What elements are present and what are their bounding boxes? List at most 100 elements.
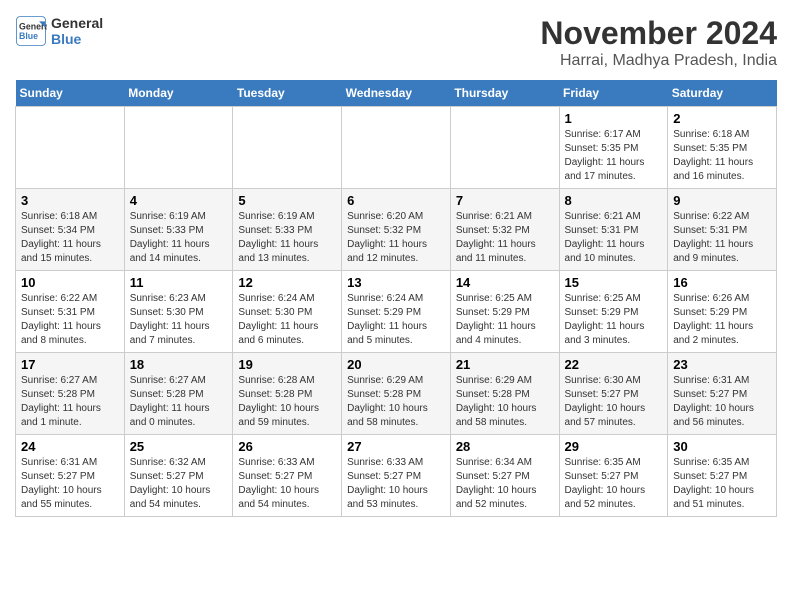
day-info: Sunrise: 6:19 AM Sunset: 5:33 PM Dayligh… — [238, 210, 336, 266]
day-info: Sunrise: 6:29 AM Sunset: 5:28 PM Dayligh… — [347, 374, 445, 430]
calendar-cell: 11 Sunrise: 6:23 AM Sunset: 5:30 PM Dayli… — [124, 271, 233, 353]
day-info: Sunrise: 6:18 AM Sunset: 5:34 PM Dayligh… — [21, 210, 119, 266]
calendar-cell: 26 Sunrise: 6:33 AM Sunset: 5:27 PM Dayli… — [233, 435, 342, 517]
calendar-cell: 5 Sunrise: 6:19 AM Sunset: 5:33 PM Daylig… — [233, 189, 342, 271]
day-number: 13 — [347, 275, 445, 290]
logo-text-general: General — [51, 15, 103, 31]
calendar-cell: 18 Sunrise: 6:27 AM Sunset: 5:28 PM Dayli… — [124, 353, 233, 435]
calendar-cell: 19 Sunrise: 6:28 AM Sunset: 5:28 PM Dayli… — [233, 353, 342, 435]
day-number: 30 — [673, 439, 771, 454]
calendar-cell: 9 Sunrise: 6:22 AM Sunset: 5:31 PM Daylig… — [668, 189, 777, 271]
day-number: 25 — [130, 439, 228, 454]
day-info: Sunrise: 6:26 AM Sunset: 5:29 PM Dayligh… — [673, 292, 771, 348]
calendar-cell: 22Sunrise: 6:30 AM Sunset: 5:27 PM Dayli… — [559, 353, 668, 435]
calendar-cell: 30 Sunrise: 6:35 AM Sunset: 5:27 PM Dayli… — [668, 435, 777, 517]
day-info: Sunrise: 6:28 AM Sunset: 5:28 PM Dayligh… — [238, 374, 336, 430]
calendar-table: SundayMondayTuesdayWednesdayThursdayFrid… — [15, 80, 777, 517]
day-number: 12 — [238, 275, 336, 290]
calendar-cell: 23 Sunrise: 6:31 AM Sunset: 5:27 PM Dayli… — [668, 353, 777, 435]
day-info: Sunrise: 6:24 AM Sunset: 5:29 PM Dayligh… — [347, 292, 445, 348]
day-number: 3 — [21, 193, 119, 208]
calendar-cell: 4 Sunrise: 6:19 AM Sunset: 5:33 PM Daylig… — [124, 189, 233, 271]
day-info: Sunrise: 6:24 AM Sunset: 5:30 PM Dayligh… — [238, 292, 336, 348]
calendar-cell: 7Sunrise: 6:21 AM Sunset: 5:32 PM Daylig… — [450, 189, 559, 271]
calendar-cell: 24Sunrise: 6:31 AM Sunset: 5:27 PM Dayli… — [16, 435, 125, 517]
day-info: Sunrise: 6:27 AM Sunset: 5:28 PM Dayligh… — [130, 374, 228, 430]
logo-icon: General Blue — [15, 15, 47, 47]
calendar-cell: 16 Sunrise: 6:26 AM Sunset: 5:29 PM Dayli… — [668, 271, 777, 353]
calendar-cell: 8 Sunrise: 6:21 AM Sunset: 5:31 PM Daylig… — [559, 189, 668, 271]
calendar-week-row: 24Sunrise: 6:31 AM Sunset: 5:27 PM Dayli… — [16, 435, 777, 517]
day-number: 29 — [565, 439, 663, 454]
weekday-header-saturday: Saturday — [668, 80, 777, 107]
day-number: 14 — [456, 275, 554, 290]
day-info: Sunrise: 6:17 AM Sunset: 5:35 PM Dayligh… — [565, 128, 663, 184]
day-info: Sunrise: 6:19 AM Sunset: 5:33 PM Dayligh… — [130, 210, 228, 266]
calendar-cell — [450, 107, 559, 189]
day-info: Sunrise: 6:23 AM Sunset: 5:30 PM Dayligh… — [130, 292, 228, 348]
day-number: 18 — [130, 357, 228, 372]
weekday-header-wednesday: Wednesday — [342, 80, 451, 107]
calendar-cell: 20Sunrise: 6:29 AM Sunset: 5:28 PM Dayli… — [342, 353, 451, 435]
day-number: 23 — [673, 357, 771, 372]
logo: General Blue General Blue — [15, 15, 103, 47]
day-number: 15 — [565, 275, 663, 290]
day-info: Sunrise: 6:25 AM Sunset: 5:29 PM Dayligh… — [456, 292, 554, 348]
day-number: 26 — [238, 439, 336, 454]
calendar-week-row: 10Sunrise: 6:22 AM Sunset: 5:31 PM Dayli… — [16, 271, 777, 353]
day-info: Sunrise: 6:20 AM Sunset: 5:32 PM Dayligh… — [347, 210, 445, 266]
weekday-header-monday: Monday — [124, 80, 233, 107]
logo-text-blue: Blue — [51, 31, 103, 47]
day-info: Sunrise: 6:22 AM Sunset: 5:31 PM Dayligh… — [673, 210, 771, 266]
day-number: 22 — [565, 357, 663, 372]
location-title: Harrai, Madhya Pradesh, India — [540, 52, 777, 70]
calendar-cell — [233, 107, 342, 189]
calendar-cell: 10Sunrise: 6:22 AM Sunset: 5:31 PM Dayli… — [16, 271, 125, 353]
day-number: 11 — [130, 275, 228, 290]
calendar-cell: 28Sunrise: 6:34 AM Sunset: 5:27 PM Dayli… — [450, 435, 559, 517]
day-number: 1 — [565, 111, 663, 126]
day-number: 8 — [565, 193, 663, 208]
calendar-cell: 15Sunrise: 6:25 AM Sunset: 5:29 PM Dayli… — [559, 271, 668, 353]
day-info: Sunrise: 6:35 AM Sunset: 5:27 PM Dayligh… — [673, 456, 771, 512]
day-info: Sunrise: 6:27 AM Sunset: 5:28 PM Dayligh… — [21, 374, 119, 430]
calendar-week-row: 1 Sunrise: 6:17 AM Sunset: 5:35 PM Daylig… — [16, 107, 777, 189]
day-number: 9 — [673, 193, 771, 208]
day-info: Sunrise: 6:33 AM Sunset: 5:27 PM Dayligh… — [238, 456, 336, 512]
calendar-cell: 17Sunrise: 6:27 AM Sunset: 5:28 PM Dayli… — [16, 353, 125, 435]
day-number: 6 — [347, 193, 445, 208]
day-info: Sunrise: 6:29 AM Sunset: 5:28 PM Dayligh… — [456, 374, 554, 430]
day-info: Sunrise: 6:22 AM Sunset: 5:31 PM Dayligh… — [21, 292, 119, 348]
month-title: November 2024 — [540, 15, 777, 52]
day-info: Sunrise: 6:32 AM Sunset: 5:27 PM Dayligh… — [130, 456, 228, 512]
day-info: Sunrise: 6:31 AM Sunset: 5:27 PM Dayligh… — [21, 456, 119, 512]
calendar-cell: 1 Sunrise: 6:17 AM Sunset: 5:35 PM Daylig… — [559, 107, 668, 189]
page-header: General Blue General Blue November 2024 … — [15, 15, 777, 70]
day-number: 16 — [673, 275, 771, 290]
weekday-header-thursday: Thursday — [450, 80, 559, 107]
weekday-header-row: SundayMondayTuesdayWednesdayThursdayFrid… — [16, 80, 777, 107]
day-info: Sunrise: 6:34 AM Sunset: 5:27 PM Dayligh… — [456, 456, 554, 512]
day-info: Sunrise: 6:33 AM Sunset: 5:27 PM Dayligh… — [347, 456, 445, 512]
calendar-cell: 6 Sunrise: 6:20 AM Sunset: 5:32 PM Daylig… — [342, 189, 451, 271]
calendar-cell — [342, 107, 451, 189]
calendar-cell: 27Sunrise: 6:33 AM Sunset: 5:27 PM Dayli… — [342, 435, 451, 517]
title-section: November 2024 Harrai, Madhya Pradesh, In… — [540, 15, 777, 70]
day-info: Sunrise: 6:21 AM Sunset: 5:31 PM Dayligh… — [565, 210, 663, 266]
day-number: 4 — [130, 193, 228, 208]
day-info: Sunrise: 6:35 AM Sunset: 5:27 PM Dayligh… — [565, 456, 663, 512]
weekday-header-sunday: Sunday — [16, 80, 125, 107]
day-number: 21 — [456, 357, 554, 372]
calendar-cell: 29 Sunrise: 6:35 AM Sunset: 5:27 PM Dayli… — [559, 435, 668, 517]
day-number: 7 — [456, 193, 554, 208]
day-info: Sunrise: 6:31 AM Sunset: 5:27 PM Dayligh… — [673, 374, 771, 430]
day-number: 5 — [238, 193, 336, 208]
calendar-cell: 12 Sunrise: 6:24 AM Sunset: 5:30 PM Dayli… — [233, 271, 342, 353]
day-number: 19 — [238, 357, 336, 372]
calendar-cell: 14 Sunrise: 6:25 AM Sunset: 5:29 PM Dayli… — [450, 271, 559, 353]
calendar-cell: 21 Sunrise: 6:29 AM Sunset: 5:28 PM Dayli… — [450, 353, 559, 435]
calendar-cell — [16, 107, 125, 189]
weekday-header-tuesday: Tuesday — [233, 80, 342, 107]
day-number: 2 — [673, 111, 771, 126]
svg-text:Blue: Blue — [19, 31, 38, 41]
